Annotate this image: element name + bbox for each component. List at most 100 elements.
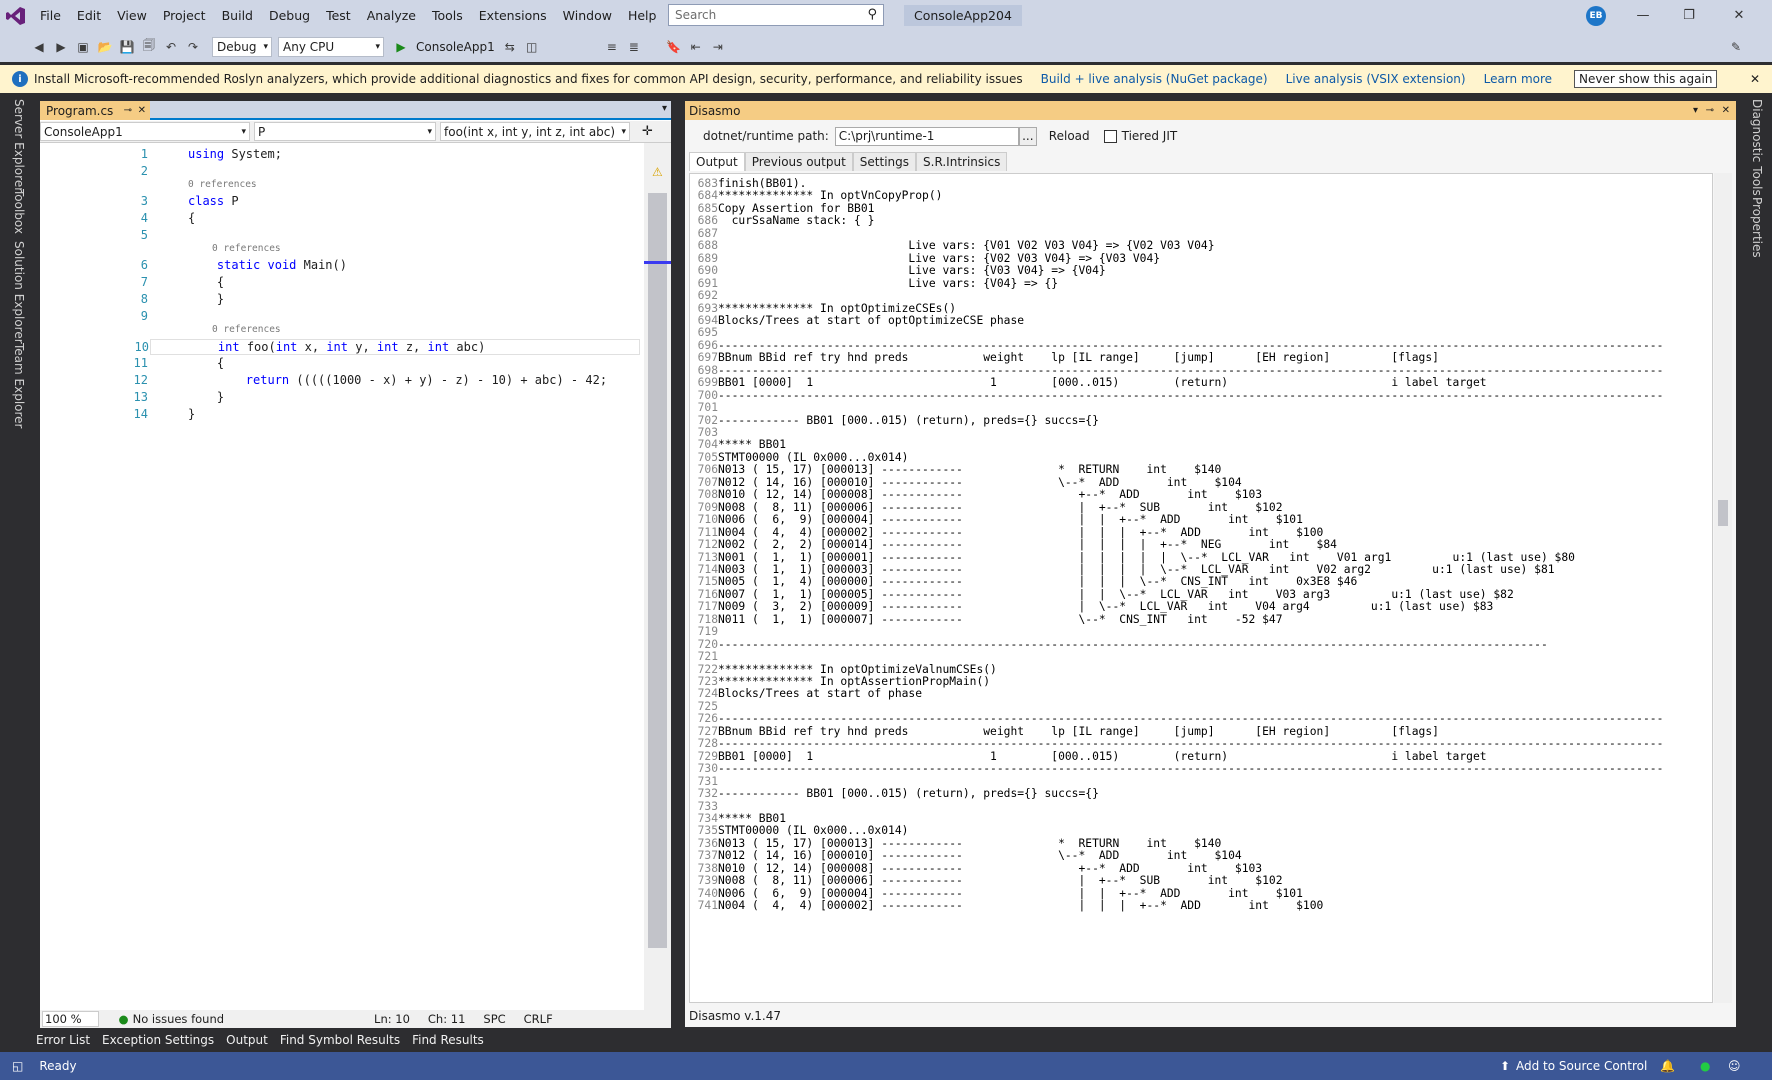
learn-more-link[interactable]: Learn more (1484, 72, 1552, 86)
code-line[interactable]: 12 return (((((1000 - x) + y) - z) - 10)… (40, 373, 640, 389)
search-icon[interactable]: ⚲ (867, 7, 877, 22)
diagnostic-tools-tab[interactable]: Diagnostic Tools (1750, 99, 1764, 196)
menu-debug[interactable]: Debug (261, 8, 318, 23)
back-icon[interactable]: ◀ (30, 38, 48, 56)
reload-button[interactable]: Reload (1049, 129, 1090, 143)
tab-program-cs[interactable]: Program.cs ⊸ ✕ (40, 101, 150, 120)
search-box[interactable]: Search ⚲ (668, 4, 884, 26)
code-line[interactable]: 6 static void Main() (40, 258, 640, 274)
browse-button[interactable]: ... (1018, 126, 1037, 146)
properties-tab[interactable]: Properties (1750, 197, 1764, 258)
member-nav-select[interactable]: foo(int x, int y, int z, int abc) (440, 122, 630, 141)
reference-label[interactable]: 0 references (188, 179, 257, 190)
save-icon[interactable]: 💾 (118, 38, 136, 56)
tab-find-results[interactable]: Find Results (412, 1033, 484, 1047)
path-input[interactable]: C:\prj\runtime-1 (834, 126, 1019, 146)
code-line[interactable]: 10 int foo(int x, int y, int z, int abc) (135, 339, 640, 355)
code-line[interactable]: 14} (40, 407, 640, 423)
live-share-icon[interactable]: ⇆ (501, 38, 519, 56)
issues-status[interactable]: No issues found (133, 1012, 224, 1026)
source-control-button[interactable]: Add to Source Control (1516, 1059, 1647, 1073)
menu-help[interactable]: Help (620, 8, 665, 23)
reference-label[interactable]: 0 references (212, 324, 281, 335)
bookmark-icon[interactable]: 🔖 (665, 38, 683, 56)
pin-icon[interactable]: ⊸ (124, 105, 132, 116)
prev-bookmark-icon[interactable]: ⇤ (687, 38, 705, 56)
infobar-close-icon[interactable]: ✕ (1750, 72, 1760, 86)
code-text[interactable]: class P (188, 194, 239, 208)
tab-settings[interactable]: Settings (852, 152, 917, 171)
code-text[interactable]: } (188, 390, 224, 404)
code-text[interactable]: int foo(int x, int y, int z, int abc) (189, 340, 485, 354)
start-icon[interactable]: ▶ (392, 38, 410, 56)
start-project-button[interactable]: ConsoleApp1 (412, 36, 499, 58)
menu-tools[interactable]: Tools (424, 8, 471, 23)
tab-exception-settings[interactable]: Exception Settings (102, 1033, 214, 1047)
platform-select[interactable]: Any CPU (278, 36, 384, 57)
close-icon[interactable]: ✕ (1716, 0, 1762, 31)
window-dropdown-icon[interactable]: ▾ (1693, 105, 1698, 116)
menu-window[interactable]: Window (555, 8, 620, 23)
code-area[interactable]: 1 using System; 2 0 references 3 class P 4{5 0 … (40, 143, 644, 1011)
code-text[interactable]: { (188, 356, 224, 370)
vsix-link[interactable]: Live analysis (VSIX extension) (1286, 72, 1466, 86)
tab-output-pane[interactable]: Output (226, 1033, 268, 1047)
type-nav-select[interactable]: P (254, 122, 436, 141)
live-share-status-icon[interactable]: ● (1700, 1059, 1710, 1073)
code-line[interactable]: 5 (40, 228, 640, 244)
notifications-icon[interactable]: 🔔 (1660, 1059, 1675, 1073)
code-line[interactable]: 4{ (40, 211, 640, 227)
save-all-icon[interactable]: 🗐 (140, 38, 158, 56)
screenshot-icon[interactable]: ◫ (523, 38, 541, 56)
output-scrollbar[interactable] (1714, 173, 1732, 1003)
code-text[interactable]: using System; (188, 147, 282, 161)
code-text[interactable]: return (((((1000 - x) + y) - z) - 10) + … (188, 373, 607, 387)
tab-error-list[interactable]: Error List (36, 1033, 90, 1047)
tab-output[interactable]: Output (689, 152, 745, 171)
code-line[interactable]: 3 class P (40, 194, 640, 210)
code-text[interactable]: } (188, 407, 195, 421)
menu-test[interactable]: Test (318, 8, 359, 23)
user-avatar[interactable]: EB (1586, 6, 1606, 26)
tab-find-symbol-results[interactable]: Find Symbol Results (280, 1033, 400, 1047)
reference-count[interactable]: 0 references (40, 324, 640, 340)
tab-previous-output[interactable]: Previous output (744, 152, 853, 171)
reference-count[interactable]: 0 references (40, 179, 640, 195)
code-line[interactable]: 2 (40, 164, 640, 180)
tiered-jit-checkbox[interactable] (1103, 129, 1117, 143)
uncomment-icon[interactable]: ≣ (625, 38, 643, 56)
tab-overflow-icon[interactable]: ▾ (662, 103, 667, 114)
toolbox-tab[interactable]: Toolbox (12, 189, 26, 234)
configuration-select[interactable]: Debug (212, 36, 272, 57)
menu-analyze[interactable]: Analyze (359, 8, 424, 23)
output-scroll-thumb[interactable] (1718, 500, 1728, 526)
jit-output-text[interactable]: 683finish(BB01). 684************** In opt… (689, 173, 1713, 1003)
code-line[interactable]: 1 using System; (40, 147, 640, 163)
code-line[interactable]: 9 (40, 309, 640, 325)
new-project-icon[interactable]: ▣ (74, 38, 92, 56)
menu-build[interactable]: Build (214, 8, 261, 23)
menu-extensions[interactable]: Extensions (471, 8, 555, 23)
solution-explorer-tab[interactable]: Solution Explorer (12, 241, 26, 344)
server-explorer-tab[interactable]: Server Explorer (12, 99, 26, 192)
code-line[interactable]: 8 } (40, 292, 640, 308)
undo-icon[interactable]: ↶ (162, 38, 180, 56)
minimize-icon[interactable]: — (1620, 0, 1666, 31)
menu-edit[interactable]: Edit (69, 8, 109, 23)
menu-view[interactable]: View (109, 8, 155, 23)
search-input[interactable]: Search (675, 8, 716, 22)
feedback-icon[interactable]: ✎ (1727, 38, 1745, 56)
tab-intrinsics[interactable]: S.R.Intrinsics (916, 152, 1008, 171)
editor-scroll-thumb[interactable] (648, 193, 667, 948)
code-text[interactable]: static void Main() (188, 258, 347, 272)
open-file-icon[interactable]: 📂 (96, 38, 114, 56)
zoom-select[interactable]: 100 % (42, 1011, 99, 1027)
reference-count[interactable]: 0 references (40, 243, 640, 259)
split-icon[interactable]: ✛ (642, 124, 653, 139)
menu-file[interactable]: File (32, 8, 69, 23)
never-show-button[interactable]: Never show this again (1574, 70, 1718, 88)
editor-scrollbar[interactable]: ⚠ (644, 143, 671, 1018)
code-line[interactable]: 7 { (40, 275, 640, 291)
menu-project[interactable]: Project (155, 8, 214, 23)
forward-icon[interactable]: ▶ (52, 38, 70, 56)
